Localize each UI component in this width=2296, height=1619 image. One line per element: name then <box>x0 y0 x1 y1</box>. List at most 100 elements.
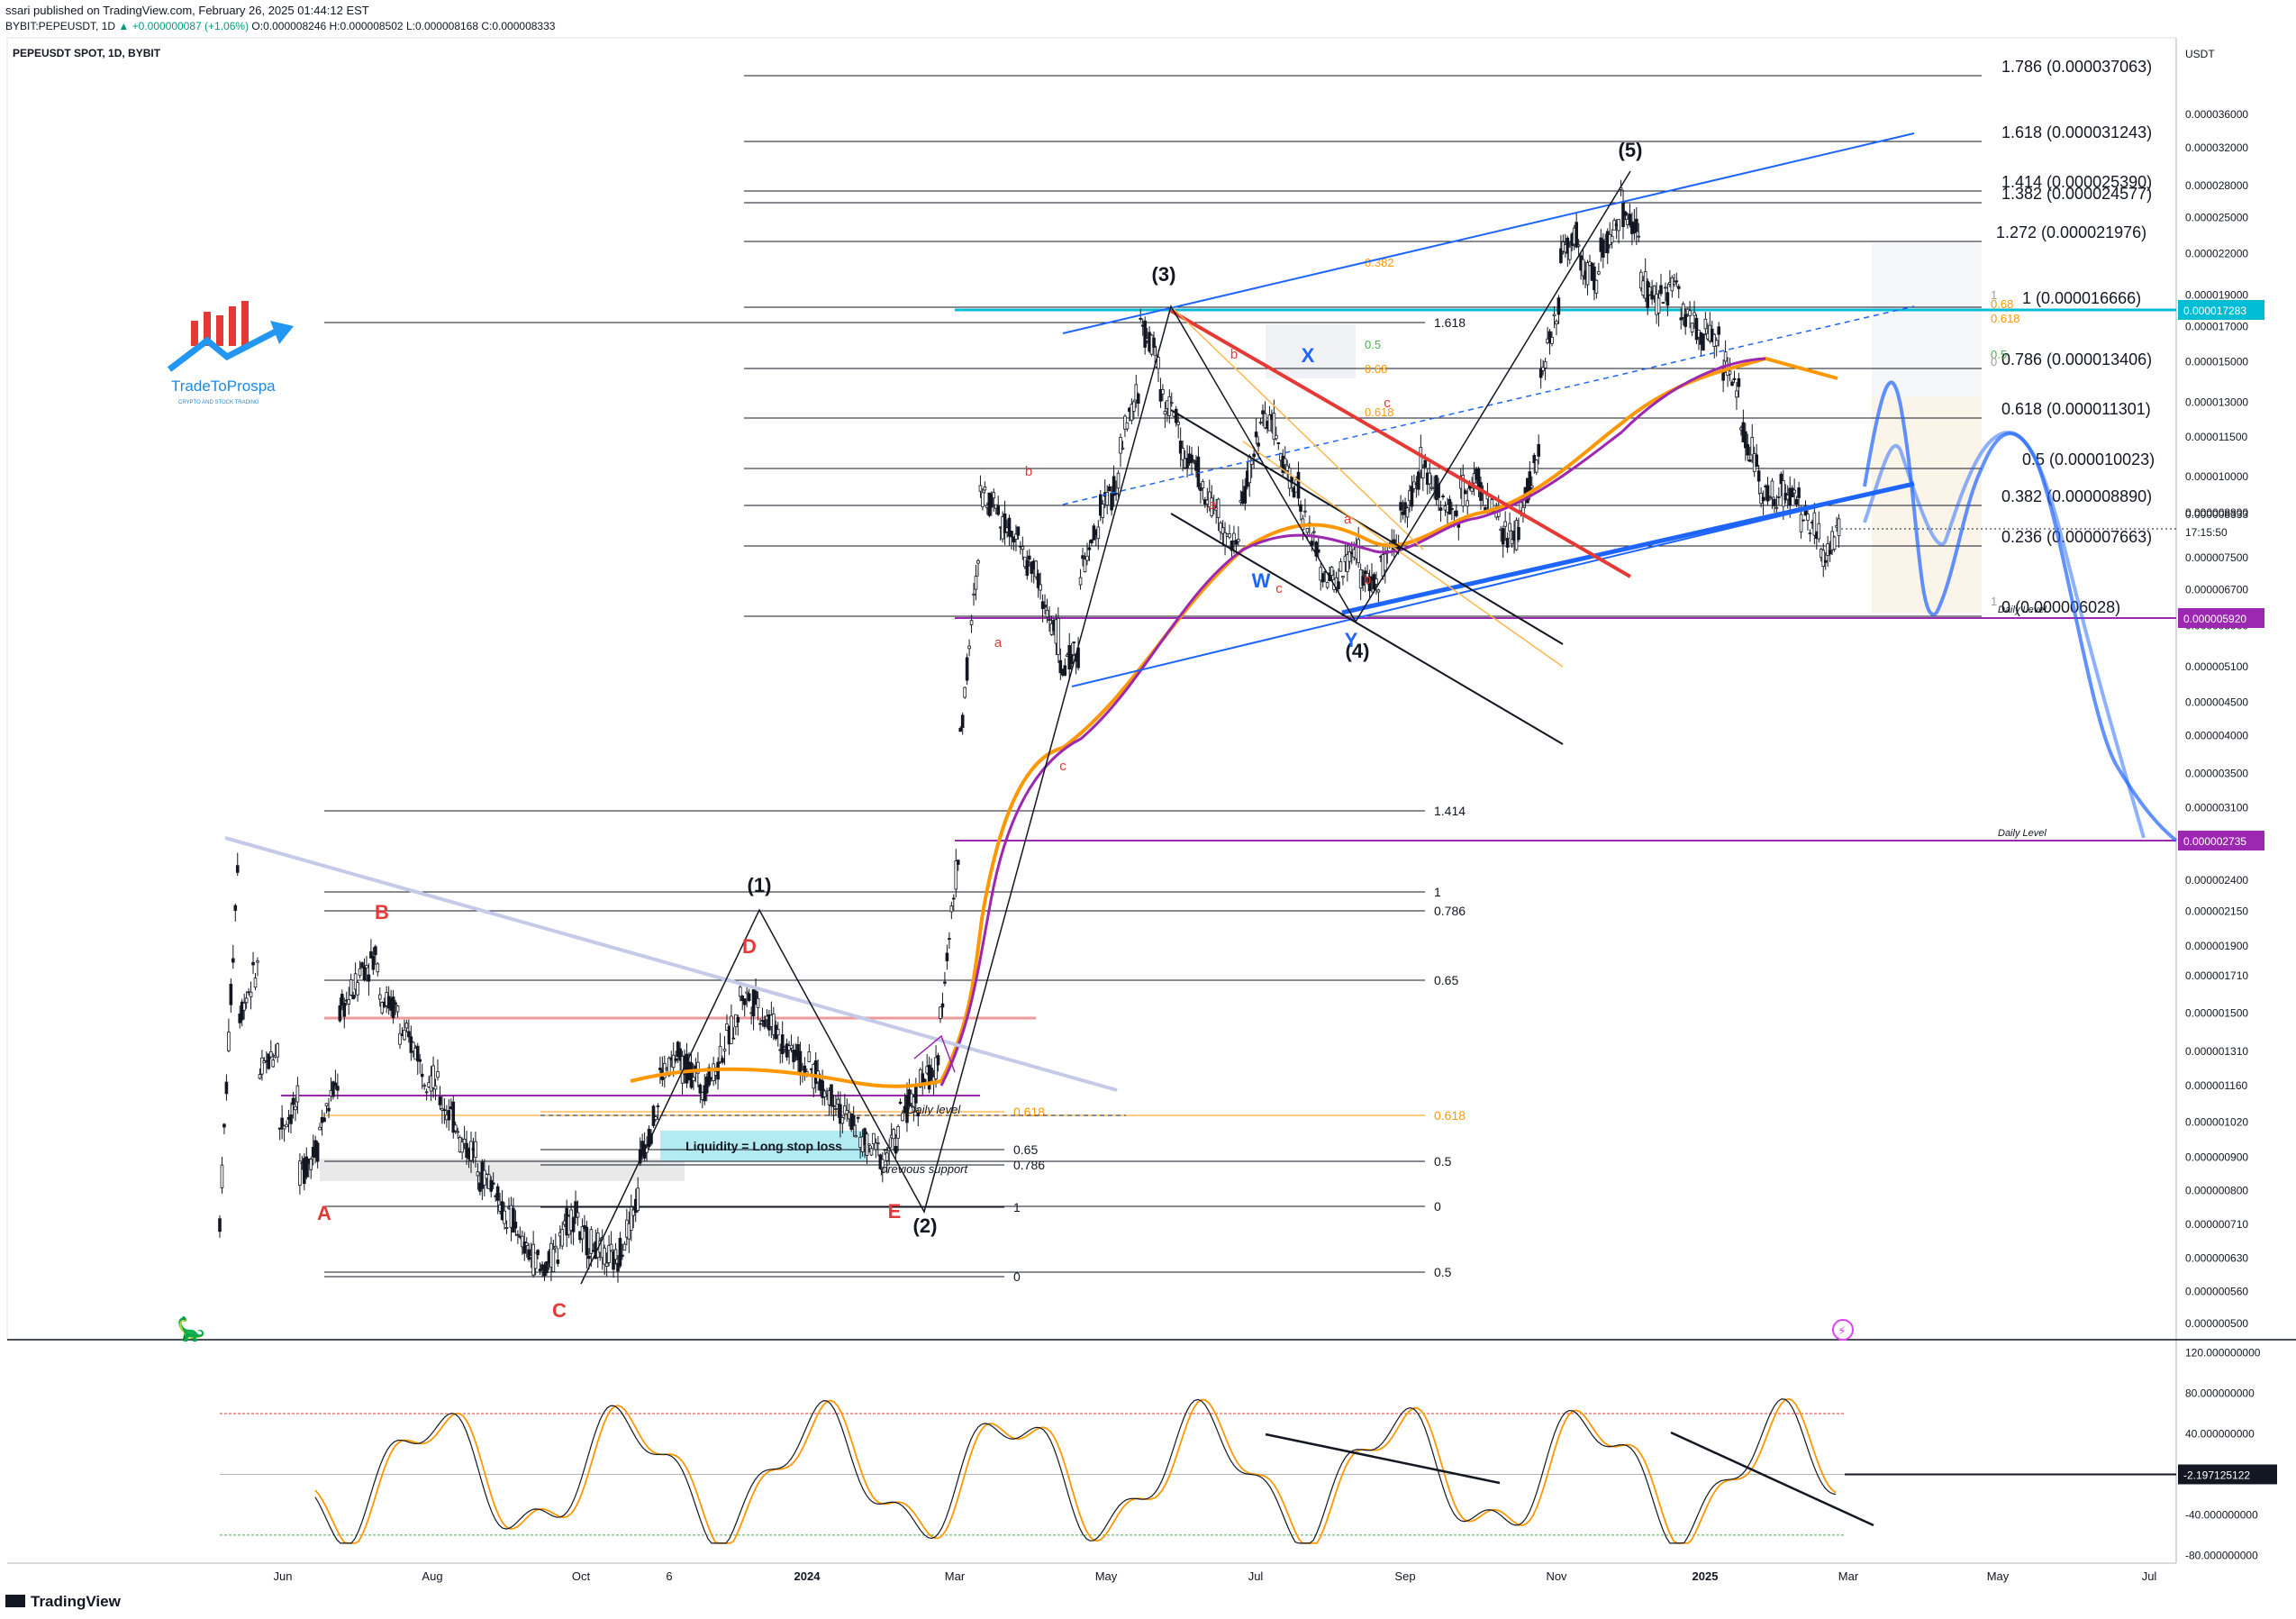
candle-93 <box>422 1082 426 1090</box>
candle-body <box>1190 454 1193 463</box>
candle-body <box>960 714 965 728</box>
candle-body <box>1676 286 1681 289</box>
moving-average-layer <box>630 356 1838 1088</box>
time-tick-7: Jul <box>1248 1569 1264 1583</box>
candle-body <box>376 963 380 973</box>
candle-body <box>1276 441 1281 444</box>
candle-body <box>420 1073 424 1078</box>
candle-body <box>1410 486 1414 507</box>
candle-29 <box>280 1105 284 1140</box>
logo-tag: CRYPTO AND STOCK TRADING <box>178 400 259 405</box>
candle-body <box>609 1243 613 1251</box>
candle-body <box>1537 443 1540 457</box>
candle-401 <box>1107 483 1112 492</box>
price-tick-10: 0.000010000 <box>2185 470 2248 483</box>
candle-body <box>1714 340 1719 347</box>
candle-body <box>1693 312 1696 316</box>
price-chart[interactable]: USDT Liquidity = Long stop loss 1.786 (0… <box>0 0 2296 1619</box>
time-tick-11: Mar <box>1838 1569 1859 1583</box>
candle-body <box>462 1138 467 1144</box>
purple-moving-average <box>939 357 1766 1087</box>
candle-532 <box>1399 495 1402 523</box>
price-tick-23: 0.000001900 <box>2185 940 2248 952</box>
price-tick-27: 0.000001160 <box>2185 1079 2248 1092</box>
candle-body <box>1670 277 1674 292</box>
candle-body <box>1063 665 1067 677</box>
candle-body <box>442 1109 447 1112</box>
candle-body <box>1119 437 1122 454</box>
candle-body <box>309 1159 313 1170</box>
candle-2 <box>220 1156 224 1194</box>
candle-345 <box>983 481 987 494</box>
candle-body <box>1635 218 1638 232</box>
candle-body <box>807 1051 812 1062</box>
candle-body <box>1567 246 1572 260</box>
candle-body <box>491 1182 495 1185</box>
osc-tick-1: 80.000000000 <box>2185 1387 2255 1400</box>
candle-81 <box>395 1005 400 1018</box>
candle-45 <box>315 1141 320 1169</box>
candle-537 <box>1410 475 1414 512</box>
candle-body <box>476 1171 480 1177</box>
candle-body <box>758 1023 762 1025</box>
candle-4 <box>224 1074 229 1101</box>
time-tick-12: May <box>1987 1569 2010 1583</box>
candle-body <box>407 1031 411 1038</box>
footer-brand[interactable]: TradingView <box>5 1593 121 1611</box>
previous-support-zone <box>320 1159 685 1181</box>
candle-669 <box>1703 312 1708 336</box>
candle-body <box>1087 547 1092 550</box>
candle-body <box>533 1252 538 1269</box>
candle-626 <box>1608 222 1612 249</box>
candle-body <box>218 1218 222 1232</box>
candle-body <box>1794 498 1799 505</box>
candle-body <box>1447 498 1452 514</box>
candle-7 <box>231 944 235 969</box>
dinosaur-icon[interactable]: 🦕 <box>177 1315 205 1343</box>
candle-body <box>1550 337 1554 344</box>
candle-620 <box>1594 279 1599 299</box>
candle-body <box>1455 510 1458 517</box>
candle-650 <box>1661 302 1665 304</box>
candle-body <box>1529 485 1534 488</box>
candle-body <box>603 1247 606 1265</box>
candle-body <box>1143 320 1147 348</box>
candle-body <box>560 1229 565 1247</box>
candle-621 <box>1597 262 1601 276</box>
candle-6 <box>229 978 233 1014</box>
price-axis: 0.000036000 0.000032000 0.000028000 0.00002… <box>2178 108 2264 1330</box>
candle-body <box>318 1126 322 1131</box>
price-tick-17: 0.000004000 <box>2185 729 2248 741</box>
candle-body <box>1623 211 1628 216</box>
candle-525 <box>1384 544 1387 584</box>
price-badge-2: 0.000002735 <box>2183 835 2246 848</box>
candle-174 <box>603 1244 606 1276</box>
candle-body <box>956 860 960 865</box>
candle-body <box>1337 581 1340 590</box>
candle-body <box>1252 453 1256 458</box>
candle-body <box>1747 459 1752 462</box>
price-tick-32: 0.000000630 <box>2185 1251 2248 1264</box>
candle-716 <box>1808 529 1812 542</box>
candle-body <box>730 1015 733 1044</box>
candle-3 <box>222 1123 226 1134</box>
daily-level-note-3: Daily Level <box>1998 828 2046 839</box>
candle-body <box>1083 559 1087 572</box>
candle-body <box>1683 314 1687 327</box>
time-tick-10: 2025 <box>1693 1569 1719 1583</box>
candle-37 <box>298 1153 302 1195</box>
candle-body <box>1139 317 1143 320</box>
previous-support-note: previous support <box>880 1162 968 1176</box>
red-descending-trendline <box>1169 309 1632 578</box>
candle-body <box>1821 550 1826 568</box>
currency-label: USDT <box>2185 48 2215 60</box>
candle-328 <box>945 944 949 970</box>
candle-body <box>658 1068 662 1070</box>
candle-body <box>1505 538 1510 548</box>
candle-body <box>1405 507 1410 518</box>
wave-label-2: (3) <box>1152 263 1176 286</box>
candle-body <box>295 1085 300 1103</box>
candle-body <box>333 1082 338 1087</box>
candle-body <box>524 1242 529 1246</box>
candle-body <box>1777 496 1781 498</box>
